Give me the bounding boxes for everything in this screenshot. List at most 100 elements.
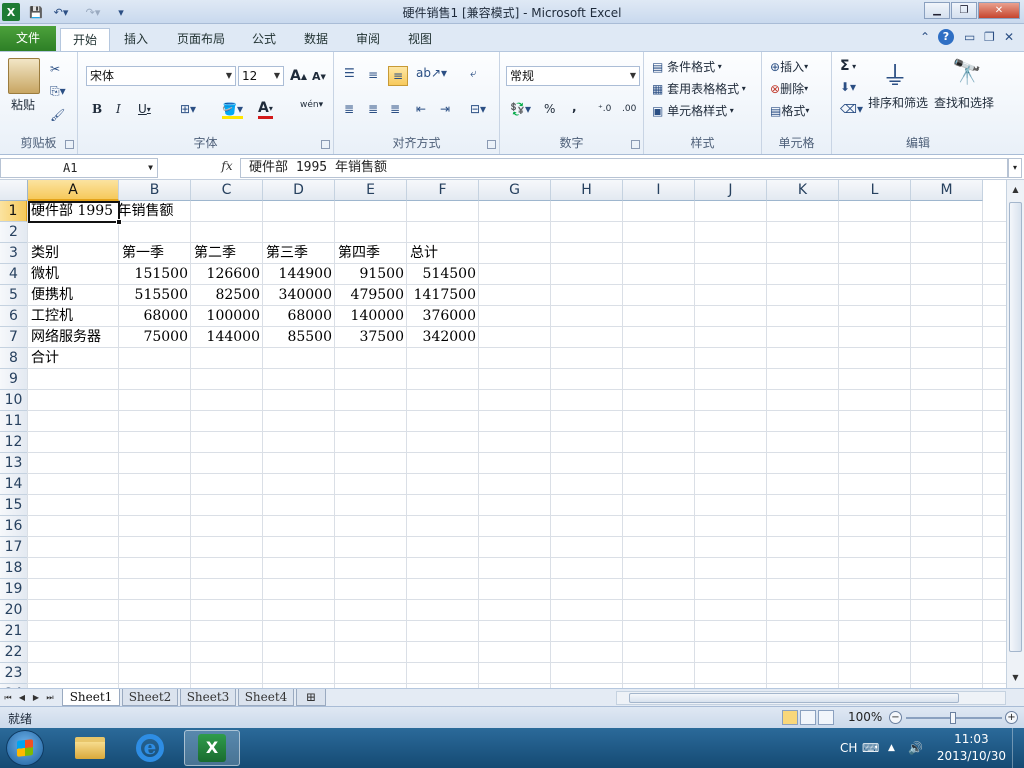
- format-painter-icon[interactable]: 🖌: [50, 108, 65, 122]
- paste-button[interactable]: 粘贴: [11, 96, 35, 113]
- restore-icon[interactable]: ❐: [951, 2, 977, 19]
- doc-close-icon[interactable]: ✕: [1004, 30, 1014, 44]
- align-left-icon[interactable]: ≣: [344, 102, 354, 116]
- row-header-8[interactable]: 8: [0, 348, 28, 369]
- column-header-b[interactable]: B: [119, 180, 191, 201]
- sort-filter-button[interactable]: 排序和筛选: [868, 94, 928, 111]
- value-cell[interactable]: 376000: [407, 306, 479, 327]
- row-header-1[interactable]: 1: [0, 201, 28, 222]
- worksheet-grid[interactable]: A B C D E F G H I J K L M 1 2 3 4 5 6 7 8 9 10 11 12 13 14 15 16 17 18…: [0, 180, 1006, 688]
- column-header-f[interactable]: F: [407, 180, 479, 201]
- value-cell[interactable]: 514500: [407, 264, 479, 285]
- fill-icon[interactable]: ⬇▾: [840, 80, 856, 94]
- value-cell[interactable]: 100000: [191, 306, 263, 327]
- next-sheet-icon[interactable]: ▶: [30, 691, 42, 704]
- clipboard-launcher-icon[interactable]: [65, 140, 74, 149]
- taskbar-clock[interactable]: 11:03 2013/10/30: [937, 731, 1006, 765]
- row-header-4[interactable]: 4: [0, 264, 28, 285]
- prev-sheet-icon[interactable]: ◀: [16, 691, 28, 704]
- row-header-19[interactable]: 19: [0, 579, 28, 600]
- vertical-scroll-thumb[interactable]: [1009, 202, 1022, 652]
- row-header-17[interactable]: 17: [0, 537, 28, 558]
- align-bottom-icon[interactable]: ≡: [388, 66, 408, 86]
- value-cell[interactable]: 515500: [119, 285, 191, 306]
- format-as-table-button[interactable]: ▦ 套用表格格式 ▾: [652, 80, 746, 97]
- first-sheet-icon[interactable]: ⏮: [2, 691, 14, 704]
- tab-data[interactable]: 数据: [296, 28, 336, 51]
- table-header-cell[interactable]: 第一季: [119, 243, 191, 264]
- paste-icon[interactable]: [8, 58, 40, 94]
- category-cell[interactable]: 工控机: [28, 306, 119, 327]
- name-box[interactable]: A1 ▼: [0, 158, 158, 178]
- column-header-m[interactable]: M: [911, 180, 983, 201]
- formula-input[interactable]: 硬件部 1995 年销售额: [240, 158, 1008, 178]
- category-cell[interactable]: 微机: [28, 264, 119, 285]
- table-header-cell[interactable]: 类别: [28, 243, 119, 264]
- page-layout-view-icon[interactable]: [800, 710, 816, 725]
- tab-home[interactable]: 开始: [60, 28, 110, 51]
- value-cell[interactable]: 144900: [263, 264, 335, 285]
- decrease-indent-icon[interactable]: ⇤: [416, 102, 426, 116]
- value-cell[interactable]: 75000: [119, 327, 191, 348]
- increase-indent-icon[interactable]: ⇥: [440, 102, 450, 116]
- sheet-tab-sheet1[interactable]: Sheet1: [62, 689, 120, 706]
- align-center-icon[interactable]: ≣: [368, 102, 378, 116]
- ribbon-collapse-icon[interactable]: ⌃: [920, 30, 930, 44]
- borders-icon[interactable]: ⊞▾: [180, 102, 196, 116]
- last-sheet-icon[interactable]: ⏭: [44, 691, 56, 704]
- tab-formulas[interactable]: 公式: [244, 28, 284, 51]
- insert-function-button[interactable]: fx: [215, 159, 239, 177]
- page-break-view-icon[interactable]: [818, 710, 834, 725]
- copy-icon[interactable]: ⎘▾: [50, 84, 66, 99]
- value-cell[interactable]: 151500: [119, 264, 191, 285]
- cell-styles-button[interactable]: ▣ 单元格样式 ▾: [652, 102, 734, 119]
- wrap-text-icon[interactable]: ⤶: [470, 66, 477, 81]
- italic-button[interactable]: I: [116, 102, 121, 116]
- row-header-15[interactable]: 15: [0, 495, 28, 516]
- row-header-16[interactable]: 16: [0, 516, 28, 537]
- select-all-corner[interactable]: [0, 180, 28, 201]
- value-cell[interactable]: 68000: [263, 306, 335, 327]
- zoom-slider-knob[interactable]: [950, 712, 956, 724]
- table-header-cell[interactable]: 第四季: [335, 243, 407, 264]
- comma-style-button[interactable]: ,: [572, 100, 577, 114]
- font-launcher-icon[interactable]: [321, 140, 330, 149]
- total-label-cell[interactable]: 合计: [28, 348, 119, 369]
- find-select-icon[interactable]: 🔭: [952, 58, 982, 86]
- column-header-i[interactable]: I: [623, 180, 695, 201]
- table-header-cell[interactable]: 第三季: [263, 243, 335, 264]
- phonetic-icon[interactable]: wén ▾: [300, 100, 323, 110]
- delete-cells-button[interactable]: ⊗ 删除 ▾: [770, 80, 808, 97]
- cut-icon[interactable]: ✂: [50, 62, 60, 76]
- value-cell[interactable]: 1417500: [407, 285, 479, 306]
- row-header-2[interactable]: 2: [0, 222, 28, 243]
- table-header-cell[interactable]: 第二季: [191, 243, 263, 264]
- zoom-slider[interactable]: [906, 712, 1002, 724]
- keyboard-icon[interactable]: ⌨: [862, 728, 879, 768]
- row-header-22[interactable]: 22: [0, 642, 28, 663]
- category-cell[interactable]: 网络服务器: [28, 327, 119, 348]
- show-desktop-button[interactable]: [1012, 728, 1024, 768]
- sheet-tab-sheet4[interactable]: Sheet4: [238, 689, 294, 706]
- row-header-21[interactable]: 21: [0, 621, 28, 642]
- value-cell[interactable]: 68000: [119, 306, 191, 327]
- tab-review[interactable]: 审阅: [348, 28, 388, 51]
- volume-icon[interactable]: 🔊: [908, 728, 923, 768]
- value-cell[interactable]: 91500: [335, 264, 407, 285]
- value-cell[interactable]: 144000: [191, 327, 263, 348]
- sheet-tab-sheet2[interactable]: Sheet2: [122, 689, 178, 706]
- row-header-7[interactable]: 7: [0, 327, 28, 348]
- row-header-10[interactable]: 10: [0, 390, 28, 411]
- align-middle-icon[interactable]: ≡: [368, 68, 378, 82]
- insert-sheet-icon[interactable]: ⊞: [296, 689, 326, 706]
- doc-restore-icon[interactable]: ❐: [984, 30, 995, 44]
- sort-filter-icon[interactable]: ⏚: [882, 56, 908, 93]
- excel-taskbar-button[interactable]: X: [184, 730, 240, 766]
- column-header-l[interactable]: L: [839, 180, 911, 201]
- row-header-20[interactable]: 20: [0, 600, 28, 621]
- bold-button[interactable]: B: [92, 102, 102, 116]
- conditional-formatting-button[interactable]: ▤ 条件格式 ▾: [652, 58, 722, 75]
- grow-font-icon[interactable]: A ▲: [290, 68, 307, 84]
- row-header-5[interactable]: 5: [0, 285, 28, 306]
- column-header-e[interactable]: E: [335, 180, 407, 201]
